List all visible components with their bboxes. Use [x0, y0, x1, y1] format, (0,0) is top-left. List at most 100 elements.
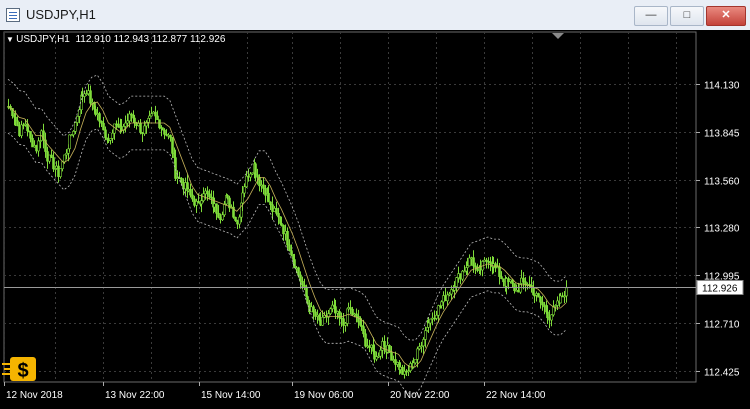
- candle-body: [96, 113, 99, 115]
- candle-body: [238, 216, 241, 225]
- candle-body: [126, 120, 129, 124]
- candle-body: [104, 129, 107, 139]
- candle-body: [208, 193, 211, 198]
- candle-body: [150, 113, 153, 117]
- candle-body: [165, 134, 168, 136]
- svg-text:$: $: [17, 360, 28, 382]
- candle-body: [256, 174, 259, 178]
- collapse-triangle-icon[interactable]: ▼: [6, 35, 16, 44]
- minimize-button[interactable]: —: [634, 6, 668, 26]
- chart-canvas[interactable]: 114.130113.845113.560113.280112.995112.7…: [0, 30, 750, 409]
- candle-body: [424, 330, 427, 340]
- price-tick-label: 113.845: [704, 129, 740, 140]
- candle-body: [141, 132, 144, 135]
- candle-body: [16, 120, 19, 127]
- candle-body: [191, 194, 194, 200]
- candle-body: [455, 277, 458, 287]
- candle-body: [76, 116, 79, 123]
- candle-body: [70, 134, 73, 137]
- candle-body: [148, 115, 151, 119]
- chart-shift-marker-icon: [552, 33, 564, 39]
- candle-body: [163, 129, 166, 135]
- candle-body: [321, 317, 324, 326]
- candle-body: [189, 189, 192, 196]
- maximize-button[interactable]: □: [670, 6, 704, 26]
- candle-body: [59, 168, 62, 177]
- candle-body: [379, 349, 382, 357]
- candle-body: [206, 190, 209, 195]
- candle-body: [254, 163, 257, 176]
- time-tick-label: 20 Nov 22:00: [390, 390, 450, 401]
- candle-body: [245, 175, 248, 188]
- time-tick-label: 15 Nov 14:00: [201, 390, 261, 401]
- candle-body: [414, 358, 417, 364]
- candle-body: [29, 131, 32, 139]
- candle-body: [236, 220, 239, 225]
- candle-body: [362, 326, 365, 335]
- candle-body: [37, 140, 40, 152]
- price-chart[interactable]: 114.130 113.845 113.560 113.280 112.995 112.7…: [0, 30, 750, 409]
- candle-body: [89, 90, 92, 104]
- candle-body: [156, 115, 159, 120]
- candle-body: [52, 157, 55, 170]
- candle-body: [200, 200, 203, 205]
- candle-body: [87, 90, 90, 94]
- candle-body: [107, 139, 110, 142]
- candle-body: [219, 217, 222, 221]
- candle-body: [522, 277, 525, 282]
- candle-body: [290, 250, 293, 256]
- bollinger-upper-band: [7, 74, 567, 341]
- candle-body: [197, 201, 200, 204]
- candle-body: [243, 186, 246, 194]
- candle-body: [472, 257, 475, 267]
- candle-body: [161, 127, 164, 131]
- candle-body: [171, 137, 174, 154]
- candle-body: [502, 278, 505, 283]
- candle-body: [427, 322, 430, 328]
- candle-body: [286, 230, 289, 246]
- candle-body: [277, 213, 280, 218]
- candle-body: [217, 212, 220, 218]
- candle-body: [184, 182, 187, 190]
- candle-body: [124, 122, 127, 127]
- candle-body: [262, 184, 265, 189]
- candle-body: [537, 293, 540, 298]
- price-tick-label: 113.280: [704, 224, 740, 235]
- candle-body: [14, 116, 17, 122]
- candle-body: [234, 216, 237, 221]
- candle-body: [120, 126, 123, 131]
- candle-body: [251, 172, 254, 175]
- candle-body: [437, 305, 440, 316]
- candle-body: [249, 173, 252, 178]
- candle-body: [215, 203, 218, 214]
- candle-body: [288, 244, 291, 252]
- candle-body: [247, 175, 250, 178]
- candle-body: [128, 113, 131, 122]
- candle-body: [50, 154, 53, 158]
- candle-body: [169, 134, 172, 138]
- title-bar[interactable]: USDJPY,H1 — □ ✕: [0, 0, 750, 31]
- candle-body: [174, 157, 177, 179]
- candle-body: [102, 122, 105, 131]
- candle-body: [213, 203, 216, 208]
- close-button[interactable]: ✕: [706, 6, 746, 26]
- candle-body: [241, 192, 244, 204]
- candle-body: [297, 267, 300, 276]
- candle-body: [154, 111, 157, 117]
- candle-body: [193, 198, 196, 206]
- candle-body: [78, 109, 81, 117]
- candle-body: [524, 281, 527, 285]
- candle-body: [388, 345, 391, 354]
- candle-body: [461, 270, 464, 280]
- candle-body: [546, 311, 549, 319]
- time-tick-label: 12 Nov 2018: [6, 390, 63, 401]
- candle-body: [312, 306, 315, 313]
- candle-body: [100, 120, 103, 124]
- candle-body: [133, 117, 136, 123]
- candle-body: [210, 196, 213, 199]
- candle-body: [541, 301, 544, 306]
- candle-body: [357, 316, 360, 323]
- candle-body: [429, 318, 432, 324]
- candle-body: [539, 296, 542, 303]
- candle-body: [109, 138, 112, 141]
